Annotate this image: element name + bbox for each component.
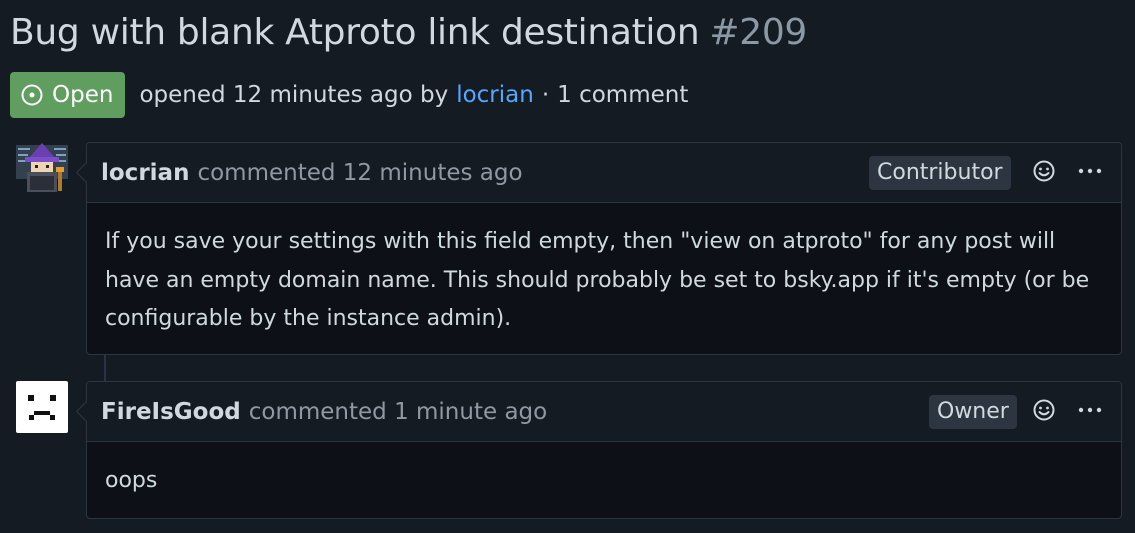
meta-separator: · (541, 82, 550, 108)
comment-time[interactable]: commented 12 minutes ago (197, 160, 522, 186)
author-link[interactable]: locrian (456, 82, 534, 108)
state-badge: Open (10, 72, 126, 118)
issue-title-row: Bug with blank Atproto link destination #… (10, 8, 807, 58)
comment-author[interactable]: FireIsGood (101, 399, 241, 425)
comment-time[interactable]: commented 1 minute ago (249, 399, 547, 425)
issue-title: Bug with blank Atproto link destination (10, 12, 700, 53)
wizard-avatar-icon[interactable] (16, 143, 68, 195)
sad-face-avatar-icon[interactable] (16, 381, 68, 433)
comment-header: locrian commented 12 minutes ago Contrib… (87, 143, 1121, 203)
issue-open-icon (21, 84, 43, 106)
role-badge: Contributor (869, 156, 1011, 190)
comment-count[interactable]: 1 comment (557, 82, 688, 108)
comment-body: If you save your settings with this fiel… (105, 229, 1090, 331)
state-label: Open (52, 82, 114, 108)
comment-body: oops (105, 468, 158, 493)
more-options-icon[interactable] (1077, 159, 1103, 183)
smiley-icon[interactable] (1032, 398, 1056, 422)
more-options-icon[interactable] (1077, 398, 1103, 422)
issue-page: Bug with blank Atproto link destination #… (0, 0, 1135, 533)
opened-text: opened 12 minutes ago by (139, 82, 449, 108)
issue-meta: Open opened 12 minutes ago by locrian · … (10, 72, 688, 118)
issue-number: #209 (709, 12, 808, 53)
comment-card: locrian commented 12 minutes ago Contrib… (86, 142, 1122, 355)
smiley-icon[interactable] (1032, 159, 1056, 183)
role-badge: Owner (929, 395, 1017, 429)
comment-header: FireIsGood commented 1 minute ago Owner (87, 382, 1121, 442)
comment-author[interactable]: locrian (101, 160, 189, 186)
comment-card: FireIsGood commented 1 minute ago Owner … (86, 381, 1122, 519)
